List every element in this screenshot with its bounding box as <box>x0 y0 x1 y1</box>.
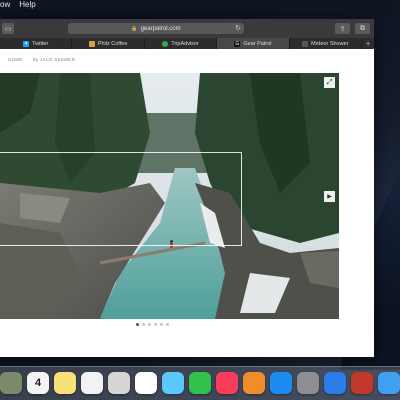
photo-booth-icon[interactable] <box>351 372 373 394</box>
philz-icon <box>88 40 95 47</box>
menu-bar: ow Help <box>0 0 400 10</box>
share-button[interactable]: ⇪ <box>335 23 350 34</box>
expand-button[interactable]: ⤢ <box>324 77 335 88</box>
preview-icon[interactable] <box>108 372 130 394</box>
carousel-dot[interactable] <box>166 323 169 326</box>
tab-philz-coffee[interactable]: Philz Coffee <box>72 38 145 49</box>
menu-item-window[interactable]: ow <box>0 0 10 10</box>
browser-window: ▭ 🔒 gearpatrol.com ↻ ⇪ ⧉ ✦ Twitter Philz… <box>0 19 374 357</box>
music-icon[interactable] <box>216 372 238 394</box>
tab-bar: ✦ Twitter Philz Coffee TripAdvisor G Gea… <box>0 38 374 49</box>
carousel-dots <box>136 323 169 326</box>
meteor-icon <box>302 40 309 47</box>
new-tab-button[interactable]: + <box>362 38 374 49</box>
selection-rectangle <box>0 152 242 246</box>
carousel-dot[interactable] <box>154 323 157 326</box>
tab-tripadvisor[interactable]: TripAdvisor <box>145 38 218 49</box>
browser-toolbar: ▭ 🔒 gearpatrol.com ↻ ⇪ ⧉ <box>0 19 374 38</box>
carousel-dot[interactable] <box>142 323 145 326</box>
sidebar-icon: ▭ <box>4 25 12 33</box>
twitter-icon: ✦ <box>23 40 30 47</box>
maps-icon[interactable] <box>0 372 22 394</box>
gearpatrol-icon: G <box>234 40 241 47</box>
photos-icon[interactable] <box>135 372 157 394</box>
next-slide-button[interactable]: ▶ <box>324 191 335 202</box>
breadcrumb-home[interactable]: HOME <box>8 57 23 62</box>
finder-icon[interactable] <box>378 372 400 394</box>
tab-label: Philz Coffee <box>97 40 128 47</box>
messages-icon[interactable] <box>162 372 184 394</box>
app-store-icon[interactable] <box>270 372 292 394</box>
books-icon[interactable] <box>243 372 265 394</box>
tripadvisor-icon <box>162 40 169 47</box>
tab-gear-patrol[interactable]: G Gear Patrol <box>217 38 290 49</box>
system-preferences-icon[interactable] <box>297 372 319 394</box>
tab-label: Gear Patrol <box>243 40 272 47</box>
keynote-icon[interactable] <box>324 372 346 394</box>
carousel-dot[interactable] <box>160 323 163 326</box>
breadcrumb: HOME By JACK SEEMER <box>8 57 75 62</box>
carousel-dot[interactable] <box>136 323 139 326</box>
tab-twitter[interactable]: ✦ Twitter <box>0 38 73 49</box>
share-icon: ⇪ <box>339 25 346 33</box>
notes-icon[interactable] <box>54 372 76 394</box>
address-text: gearpatrol.com <box>140 25 181 32</box>
tabs-overview-button[interactable]: ⧉ <box>355 23 370 34</box>
tab-label: TripAdvisor <box>171 40 199 47</box>
web-page: HOME By JACK SEEMER ⤢ ▶ <box>0 49 374 357</box>
sidebar-button[interactable]: ▭ <box>2 23 14 34</box>
play-icon: ▶ <box>327 194 332 200</box>
tab-meteor-shower[interactable]: Meteor Shower <box>290 38 363 49</box>
menu-item-help[interactable]: Help <box>19 0 35 10</box>
lock-icon: 🔒 <box>131 25 138 32</box>
carousel-dot[interactable] <box>148 323 151 326</box>
hero-image[interactable]: ⤢ ▶ <box>0 73 339 319</box>
tab-label: Meteor Shower <box>311 40 349 47</box>
address-bar[interactable]: 🔒 gearpatrol.com ↻ <box>68 23 244 34</box>
facetime-icon[interactable] <box>189 372 211 394</box>
reminders-icon[interactable] <box>81 372 103 394</box>
reload-icon[interactable]: ↻ <box>235 23 241 34</box>
calendar-icon[interactable]: 4 <box>27 372 49 394</box>
tabs-overview-icon: ⧉ <box>360 24 365 32</box>
tab-label: Twitter <box>32 40 49 47</box>
plus-icon: + <box>365 39 371 48</box>
author-byline[interactable]: By JACK SEEMER <box>33 57 75 62</box>
expand-icon: ⤢ <box>326 78 333 86</box>
